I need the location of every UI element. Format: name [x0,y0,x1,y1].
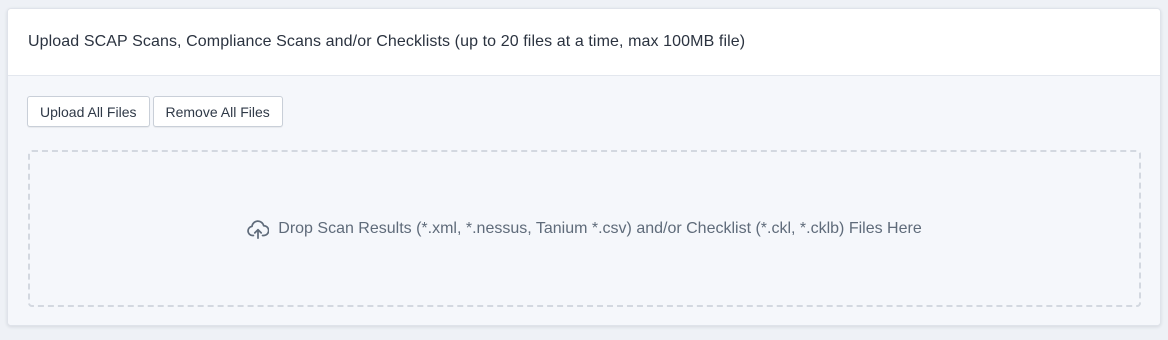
upload-all-files-button[interactable]: Upload All Files [27,96,150,127]
remove-all-files-button[interactable]: Remove All Files [152,96,283,127]
file-drop-zone[interactable]: Drop Scan Results (*.xml, *.nessus, Tani… [28,150,1141,307]
panel-title: Upload SCAP Scans, Compliance Scans and/… [28,33,746,50]
upload-toolbar: Upload All Files Remove All Files [27,96,283,127]
panel-header: Upload SCAP Scans, Compliance Scans and/… [8,9,1160,76]
upload-panel: Upload SCAP Scans, Compliance Scans and/… [7,8,1161,326]
panel-body: Upload All Files Remove All Files Drop S… [8,76,1160,325]
cloud-upload-icon [247,219,270,241]
drop-zone-text: Drop Scan Results (*.xml, *.nessus, Tani… [278,219,922,237]
